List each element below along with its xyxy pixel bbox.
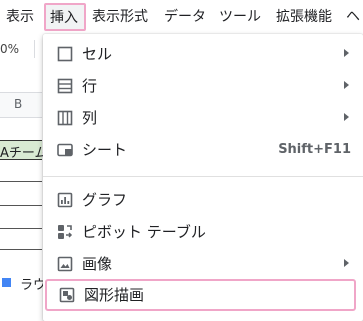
submenu-arrow-icon xyxy=(344,81,349,89)
menu-item-label: 列 xyxy=(82,109,98,127)
menu-item-rows[interactable]: 行 xyxy=(43,70,363,102)
menu-item-label: シート xyxy=(82,141,128,159)
menu-item-cell[interactable]: セル xyxy=(43,38,363,70)
column-header-label: B xyxy=(14,97,23,111)
menu-item-chart[interactable]: グラフ xyxy=(43,184,363,216)
menu-item-columns[interactable]: 列 xyxy=(43,102,363,134)
shortcut-label: Shift+F11 xyxy=(278,142,351,157)
pivot-table-icon xyxy=(58,225,73,239)
sheet-icon xyxy=(57,143,73,157)
menu-divider xyxy=(43,176,363,177)
menu-insert[interactable]: 挿入 xyxy=(44,3,86,31)
cell-border xyxy=(0,249,42,250)
submenu-arrow-icon xyxy=(344,113,349,121)
columns-icon xyxy=(57,110,73,126)
menu-help[interactable]: ヘ xyxy=(346,7,360,27)
cell-border xyxy=(0,181,42,182)
menu-data[interactable]: データ xyxy=(164,7,206,27)
menubar: 表示 挿入 表示形式 データ ツール 拡張機能 ヘ xyxy=(0,0,363,34)
sheet-cell-text: Aチーム xyxy=(0,146,48,161)
sheet-cell[interactable]: Aチーム xyxy=(0,140,48,161)
menu-extensions[interactable]: 拡張機能 xyxy=(276,7,332,27)
menu-item-drawing[interactable]: 図形描画 xyxy=(45,279,356,311)
menu-tools[interactable]: ツール xyxy=(219,7,261,27)
toolbar-divider xyxy=(34,40,35,58)
menu-item-sheet[interactable]: シート Shift+F11 xyxy=(43,134,363,166)
menu-item-image[interactable]: 画像 xyxy=(43,248,363,280)
menu-item-pivot-table[interactable]: ピボット テーブル xyxy=(43,216,363,248)
menu-item-label: 行 xyxy=(82,77,98,95)
submenu-arrow-icon xyxy=(344,49,349,57)
menu-item-label: ピボット テーブル xyxy=(82,223,206,241)
menu-format[interactable]: 表示形式 xyxy=(92,7,148,27)
insert-menu: セル 行 列 シート Shift+F11 グラフ ピボット テーブル 画像 図形… xyxy=(43,34,363,321)
chart-icon xyxy=(57,192,73,208)
column-header[interactable]: B xyxy=(0,92,42,118)
cell-border xyxy=(0,228,42,229)
menu-item-label: グラフ xyxy=(82,191,128,209)
cell-icon xyxy=(57,46,73,62)
zoom-select[interactable]: 0% xyxy=(0,42,19,56)
menu-item-label: 画像 xyxy=(82,255,113,273)
drawing-icon xyxy=(59,287,75,303)
image-icon xyxy=(57,256,73,272)
menu-insert-label: 挿入 xyxy=(50,10,78,26)
legend-swatch xyxy=(2,278,11,287)
rows-icon xyxy=(57,78,73,94)
cell-border xyxy=(0,205,42,206)
menu-item-label: 図形描画 xyxy=(84,286,145,304)
menu-item-label: セル xyxy=(82,45,113,63)
menu-view[interactable]: 表示 xyxy=(6,7,34,27)
submenu-arrow-icon xyxy=(344,259,349,267)
